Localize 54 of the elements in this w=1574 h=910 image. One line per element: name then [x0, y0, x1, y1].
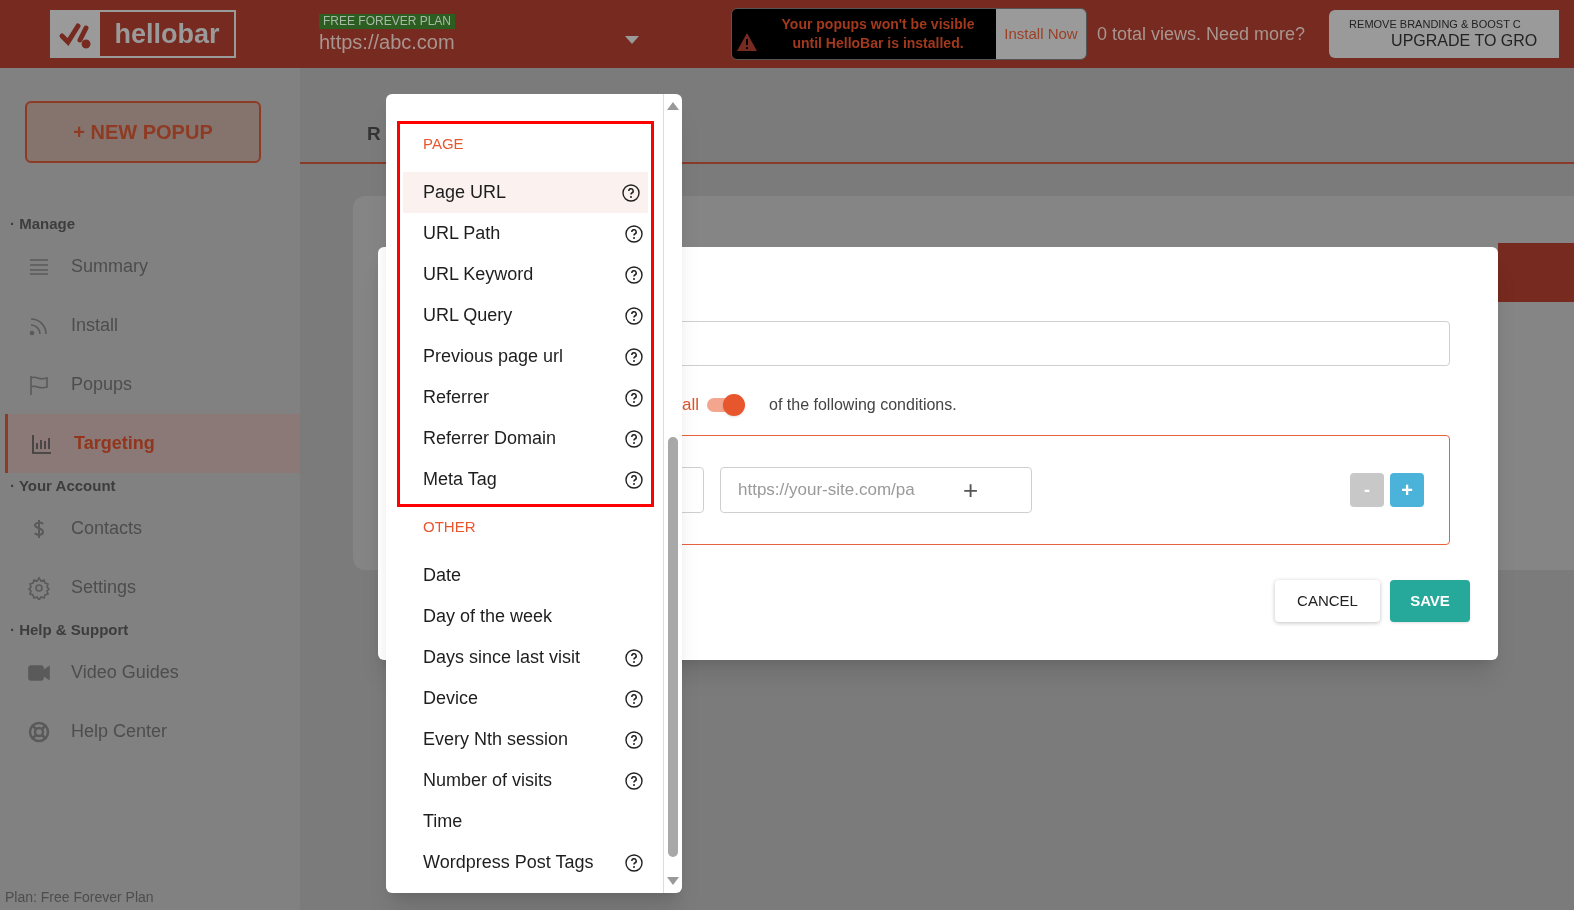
scroll-down-icon[interactable] — [667, 877, 679, 885]
dropdown-item[interactable]: URL Query — [400, 295, 651, 336]
cancel-button[interactable]: CANCEL — [1275, 580, 1380, 622]
dropdown-item[interactable]: URL Keyword — [400, 254, 651, 295]
group-heading: OTHER — [422, 517, 477, 537]
section-heading: · Help & Support — [9, 620, 130, 640]
dropdown-item[interactable]: Page URL — [403, 172, 648, 213]
logo-text: hellobar — [100, 12, 234, 56]
site-url: https://abc.com — [319, 29, 455, 55]
dropdown-item[interactable]: Number of visits — [400, 760, 651, 801]
dropdown-item[interactable]: Days since last visit — [400, 637, 651, 678]
help-icon — [625, 306, 643, 325]
url-field[interactable]: https://your-site.com/pa + — [720, 467, 1032, 513]
help-icon — [625, 853, 643, 872]
dropdown-item[interactable]: Date — [400, 555, 651, 596]
help-icon — [625, 648, 643, 667]
views-text: 0 total views. Need more? — [1097, 22, 1306, 46]
help-icon — [625, 347, 643, 366]
group-heading: PAGE — [422, 134, 465, 154]
help-icon — [625, 224, 643, 243]
conditions-text: of the following conditions. — [769, 395, 957, 415]
settings-icon — [27, 575, 51, 600]
dropdown-item[interactable]: Meta Tag — [400, 459, 651, 500]
plan-badge: FREE FOREVER PLAN — [319, 13, 456, 29]
warning-icon — [736, 32, 758, 52]
add-value-button[interactable]: + — [963, 477, 979, 503]
dropdown-item[interactable]: Referrer — [400, 377, 651, 418]
dropdown-item[interactable]: Wordpress Post Tags — [400, 842, 651, 883]
scroll-up-icon[interactable] — [667, 102, 679, 110]
help-icon — [625, 689, 643, 708]
dropdown-item[interactable]: Time — [400, 801, 651, 842]
dropdown-item[interactable]: Day of the week — [400, 596, 651, 637]
dropdown-item[interactable]: URL Path — [400, 213, 651, 254]
section-heading: · Your Account — [9, 476, 117, 496]
help-icon — [625, 730, 643, 749]
warning-text: Your popups won't be visible until HelloBar is installed. — [780, 15, 976, 53]
scrollbar-thumb[interactable] — [668, 437, 678, 857]
caret-icon[interactable] — [625, 36, 639, 44]
scrollbar[interactable] — [663, 94, 682, 893]
dropdown-item[interactable]: Previous page url — [400, 336, 651, 377]
dropdown-item[interactable]: Every Nth session — [400, 719, 651, 760]
match-word: all — [682, 394, 699, 417]
dropdown-item[interactable]: Referrer Domain — [400, 418, 651, 459]
toggle-switch[interactable] — [707, 393, 745, 417]
section-heading: · Manage — [9, 214, 76, 234]
help-icon — [625, 470, 643, 489]
help-icon — [622, 183, 640, 202]
dropdown-item[interactable]: Device — [400, 678, 651, 719]
help-icon — [625, 388, 643, 407]
help-icon — [625, 429, 643, 448]
help-icon — [625, 265, 643, 284]
upgrade-button[interactable]: REMOVE BRANDING & BOOST C UPGRADE TO GRO — [1329, 10, 1560, 58]
lifebuoy-icon — [27, 719, 51, 744]
help-icon — [625, 771, 643, 790]
